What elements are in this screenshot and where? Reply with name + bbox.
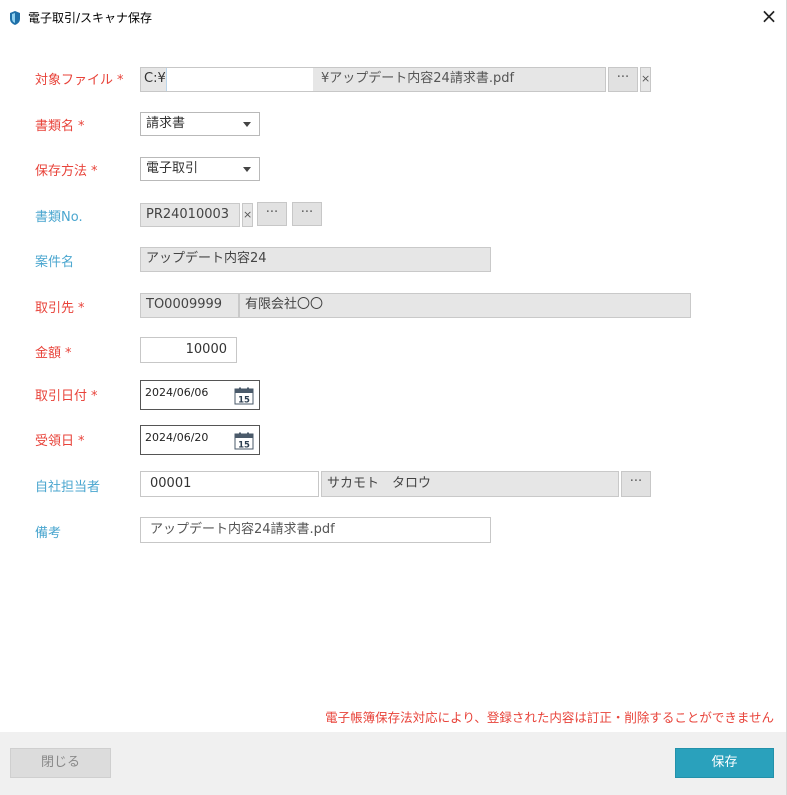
footer-bar (0, 732, 786, 795)
legal-notice: 電子帳簿保存法対応により、登録された内容は訂正・削除することができません (325, 710, 774, 725)
doc-no-label: 書類No. (35, 210, 83, 225)
window-title: 電子取引/スキャナ保存 (28, 11, 153, 25)
target-file-clear-button[interactable]: × (640, 67, 651, 92)
dialog-window: 電子取引/スキャナ保存 × 対象ファイル * C:¥ ¥アップデート内容24請求書… (0, 0, 787, 795)
staff-code-input[interactable]: 00001 (140, 471, 319, 497)
save-method-select[interactable]: 電子取引 (140, 157, 260, 181)
close-icon[interactable]: × (755, 2, 783, 30)
receipt-date-value: 2024/06/20 (145, 431, 209, 444)
trade-date-value: 2024/06/06 (145, 386, 209, 399)
partner-code-field: TO0009999 (140, 293, 239, 318)
doc-type-value: 請求書 (146, 116, 186, 131)
staff-name-field: サカモト タロウ (321, 471, 619, 497)
calendar-day: 15 (238, 441, 250, 451)
save-method-label: 保存方法 * (35, 164, 98, 179)
target-file-value: ¥アップデート内容24請求書.pdf (321, 71, 515, 86)
remarks-label: 備考 (35, 526, 62, 541)
doc-no-browse-button-2[interactable]: ··· (292, 202, 322, 226)
doc-no-clear-button[interactable]: × (242, 203, 253, 227)
app-icon (10, 11, 20, 25)
close-button[interactable]: 閉じる (10, 748, 111, 778)
project-field: アップデート内容24 (140, 247, 491, 272)
calendar-icon[interactable]: 15 (234, 432, 254, 450)
trade-date-label: 取引日付 * (35, 389, 98, 404)
chevron-down-icon (243, 167, 251, 172)
amount-label: 金額 * (35, 346, 72, 361)
save-method-value: 電子取引 (146, 161, 199, 176)
calendar-day: 15 (238, 396, 250, 406)
target-file-label: 対象ファイル * (35, 73, 124, 88)
target-file-prefix: C:¥ (144, 71, 166, 86)
amount-input[interactable]: 10000 (140, 337, 237, 363)
partner-name-field: 有限会社〇〇 (239, 293, 691, 318)
save-button[interactable]: 保存 (675, 748, 774, 778)
staff-browse-button[interactable]: ··· (621, 471, 651, 497)
receipt-date-label: 受領日 * (35, 434, 85, 449)
doc-no-field: PR24010003 (140, 203, 240, 227)
doc-type-label: 書類名 * (35, 119, 85, 134)
doc-type-select[interactable]: 請求書 (140, 112, 260, 136)
partner-label: 取引先 * (35, 301, 85, 316)
title-bar: 電子取引/スキャナ保存 × (0, 0, 786, 34)
receipt-date-input[interactable]: 2024/06/20 15 (140, 425, 260, 455)
target-file-field[interactable]: C:¥ ¥アップデート内容24請求書.pdf (140, 67, 606, 92)
staff-label: 自社担当者 (35, 480, 101, 495)
calendar-icon[interactable]: 15 (234, 387, 254, 405)
trade-date-input[interactable]: 2024/06/06 15 (140, 380, 260, 410)
doc-no-browse-button-1[interactable]: ··· (257, 202, 287, 226)
remarks-input[interactable]: アップデート内容24請求書.pdf (140, 517, 491, 543)
project-label: 案件名 (35, 255, 75, 270)
chevron-down-icon (243, 122, 251, 127)
target-file-browse-button[interactable]: ··· (608, 67, 638, 92)
